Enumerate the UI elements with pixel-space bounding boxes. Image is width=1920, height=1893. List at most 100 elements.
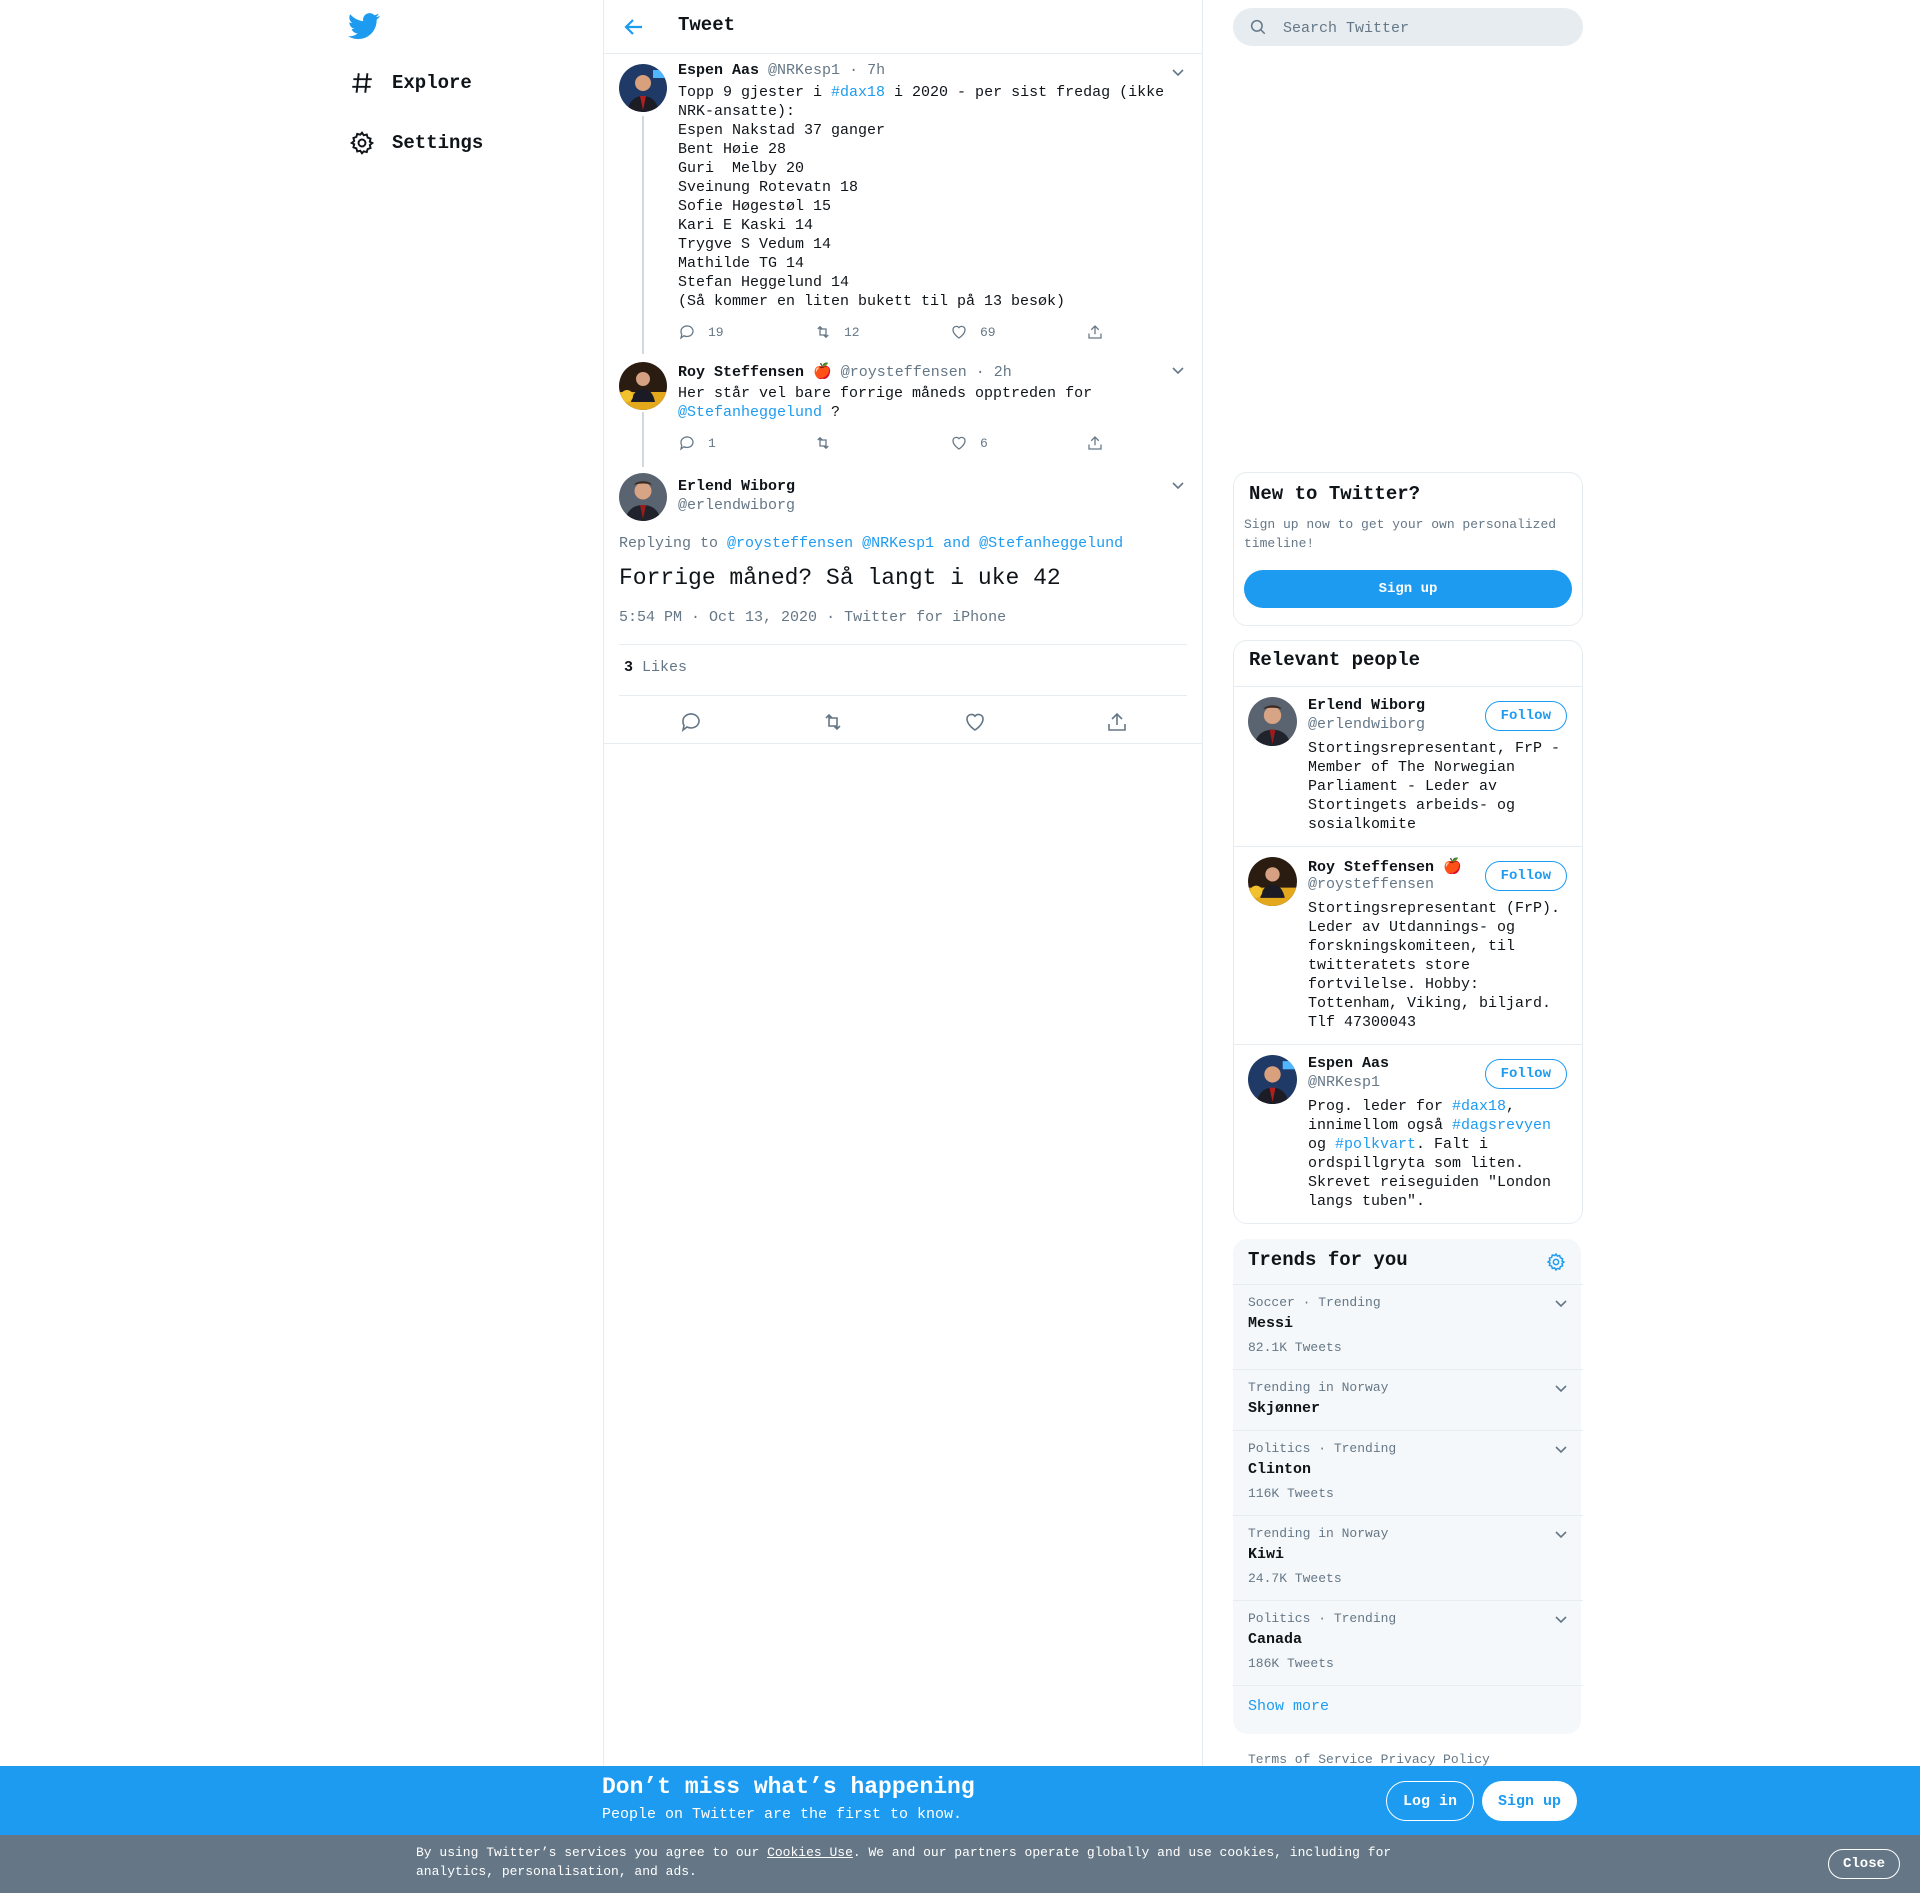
apple-emoji-icon: 🍎: [813, 364, 832, 381]
focus-avatar[interactable]: [619, 473, 667, 521]
gear-icon[interactable]: [1546, 1252, 1566, 1272]
avatar[interactable]: [1248, 1055, 1297, 1104]
trend-item[interactable]: Trending in Norway Kiwi 24.7K Tweets: [1233, 1515, 1583, 1601]
mention-link[interactable]: @NRKesp1: [862, 535, 934, 552]
share-button[interactable]: [1086, 434, 1104, 452]
cookie-text: By using Twitter’s services you agree to…: [416, 1843, 1426, 1881]
avatar[interactable]: [1248, 697, 1297, 746]
person-item[interactable]: Roy Steffensen 🍎 @roysteffensen Follow S…: [1234, 846, 1582, 1045]
author-handle[interactable]: @roysteffensen: [841, 364, 967, 381]
nav-explore[interactable]: Explore: [348, 63, 472, 103]
hashtag-icon: [348, 69, 376, 97]
person-name[interactable]: Erlend Wiborg: [1308, 697, 1425, 714]
trend-item[interactable]: Politics · Trending Clinton 116K Tweets: [1233, 1430, 1583, 1516]
heart-icon: [952, 325, 966, 339]
thread-tweet[interactable]: Roy Steffensen 🍎 @roysteffensen · 2h Her…: [604, 353, 1202, 467]
privacy-link[interactable]: Privacy Policy: [1381, 1752, 1490, 1767]
chevron-down-icon[interactable]: [1553, 1295, 1569, 1311]
cookies-use-link[interactable]: Cookies Use: [767, 1845, 853, 1860]
twitter-logo-icon[interactable]: [348, 10, 380, 42]
reply-button[interactable]: [679, 710, 703, 734]
person-name[interactable]: Roy Steffensen: [1308, 859, 1434, 876]
like-button[interactable]: 69: [950, 323, 996, 341]
like-button[interactable]: 6: [950, 434, 988, 452]
follow-button[interactable]: Follow: [1484, 861, 1567, 891]
trend-item[interactable]: Politics · Trending Canada 186K Tweets: [1233, 1600, 1583, 1686]
person-handle[interactable]: @NRKesp1: [1308, 1074, 1380, 1091]
chevron-down-icon[interactable]: [1553, 1441, 1569, 1457]
person-item[interactable]: Espen Aas @NRKesp1 Follow Prog. leder fo…: [1234, 1044, 1582, 1223]
share-button[interactable]: [1105, 710, 1129, 734]
terms-link[interactable]: Terms of Service: [1248, 1752, 1373, 1767]
chevron-down-icon[interactable]: [1553, 1380, 1569, 1396]
mention-link[interactable]: @roysteffensen: [727, 535, 853, 552]
hashtag-link[interactable]: #dax18: [1452, 1098, 1506, 1115]
chevron-down-icon[interactable]: [1170, 64, 1186, 80]
search-input[interactable]: [1281, 8, 1575, 48]
author-name[interactable]: Espen Aas: [678, 62, 759, 79]
author-name[interactable]: Roy Steffensen: [678, 364, 804, 381]
search-bar[interactable]: [1233, 8, 1583, 48]
trends-card: Trends for you Soccer · Trending Messi 8…: [1233, 1239, 1583, 1734]
avatar[interactable]: [619, 362, 667, 410]
tweet-source[interactable]: · Twitter for iPhone: [826, 609, 1006, 626]
tweet-meta: 5:54 PM · Oct 13, 2020 · Twitter for iPh…: [619, 609, 1006, 626]
nav-explore-label: Explore: [392, 72, 472, 94]
mention-link[interactable]: @Stefanheggelund: [678, 404, 822, 421]
thread-connector: [642, 412, 644, 467]
hashtag-link[interactable]: #dax18: [831, 84, 885, 101]
person-bio: Stortingsrepresentant, FrP - Member of T…: [1308, 740, 1561, 833]
focus-author-name[interactable]: Erlend Wiborg: [678, 478, 795, 495]
person-handle[interactable]: @erlendwiborg: [1308, 716, 1425, 733]
tweet-text-part: i 2020 - per sist fredag (ikke NRK-ansat…: [678, 84, 1165, 310]
person-bio: Prog. leder for #dax18, innimellom også …: [1308, 1097, 1570, 1211]
tweet-time[interactable]: · 7h: [849, 62, 885, 79]
person-item[interactable]: Erlend Wiborg @erlendwiborg Follow Stort…: [1234, 686, 1582, 847]
heart-icon: [952, 436, 966, 450]
author-handle[interactable]: @NRKesp1: [768, 62, 840, 79]
thread-tweet[interactable]: Espen Aas @NRKesp1 · 7h Topp 9 gjester i…: [604, 53, 1202, 354]
login-button[interactable]: Log in: [1386, 1781, 1475, 1821]
signup-promo-bar: Don’t miss what’s happening People on Tw…: [0, 1766, 1920, 1835]
signup-button[interactable]: Sign up: [1244, 570, 1572, 608]
show-more-link[interactable]: Show more: [1248, 1698, 1329, 1715]
avatar[interactable]: [619, 64, 667, 112]
hashtag-link[interactable]: #polkvart: [1335, 1136, 1416, 1153]
person-name[interactable]: Espen Aas: [1308, 1055, 1389, 1072]
replying-label: Replying to: [619, 535, 719, 552]
trend-item[interactable]: Soccer · Trending Messi 82.1K Tweets: [1233, 1284, 1583, 1370]
close-button[interactable]: Close: [1828, 1849, 1901, 1879]
nav-settings-label: Settings: [392, 132, 484, 154]
hashtag-link[interactable]: #dagsrevyen: [1452, 1117, 1551, 1134]
retweet-button[interactable]: [814, 434, 844, 452]
person-handle[interactable]: @roysteffensen: [1308, 876, 1434, 893]
chevron-down-icon[interactable]: [1170, 477, 1186, 493]
like-count: 69: [980, 324, 996, 340]
reply-button[interactable]: 19: [678, 323, 724, 341]
trend-item[interactable]: Trending in Norway Skjønner: [1233, 1369, 1583, 1431]
retweet-button[interactable]: 12: [814, 323, 860, 341]
retweet-icon: [825, 713, 841, 731]
relevant-people-card: Relevant people Erlend Wiborg @erlendwib…: [1233, 640, 1583, 1224]
retweet-button[interactable]: [821, 710, 845, 734]
chevron-down-icon[interactable]: [1170, 362, 1186, 378]
person-name-row: Roy Steffensen 🍎: [1308, 857, 1462, 876]
focus-author-handle[interactable]: @erlendwiborg: [678, 497, 795, 514]
signup-button[interactable]: Sign up: [1482, 1781, 1578, 1821]
mention-link[interactable]: @Stefanheggelund: [979, 535, 1123, 552]
share-icon: [1088, 436, 1102, 450]
follow-button[interactable]: Follow: [1484, 701, 1567, 731]
follow-button[interactable]: Follow: [1484, 1059, 1567, 1089]
like-button[interactable]: [963, 710, 987, 734]
search-icon: [1249, 18, 1267, 36]
tweet-time[interactable]: · 2h: [976, 364, 1012, 381]
share-button[interactable]: [1086, 323, 1104, 341]
chevron-down-icon[interactable]: [1553, 1526, 1569, 1542]
avatar[interactable]: [1248, 857, 1297, 906]
back-arrow-icon[interactable]: [622, 15, 646, 39]
likes-stat[interactable]: 3 Likes: [624, 659, 687, 676]
nav-settings[interactable]: Settings: [348, 123, 483, 163]
reply-button[interactable]: 1: [678, 434, 716, 452]
tweet-timestamp[interactable]: 5:54 PM · Oct 13, 2020: [619, 609, 817, 626]
chevron-down-icon[interactable]: [1553, 1611, 1569, 1627]
